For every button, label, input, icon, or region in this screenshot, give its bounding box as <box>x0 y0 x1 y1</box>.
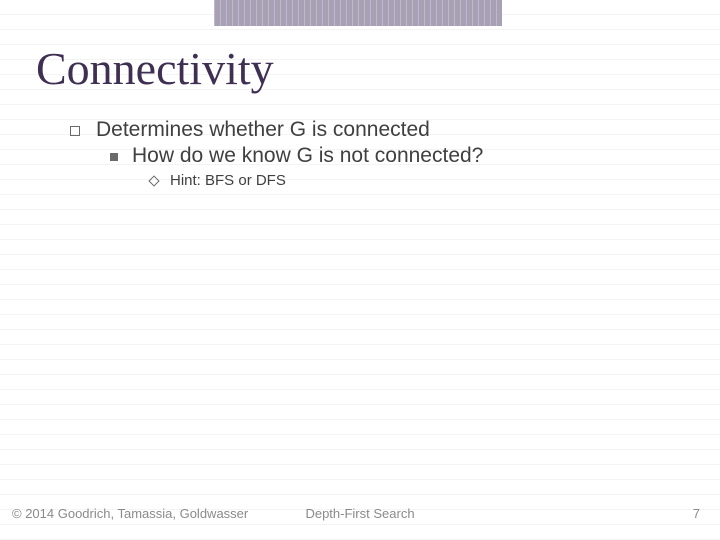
bullet-level-1: Determines whether G is connected <box>70 118 680 142</box>
bullet-text: How do we know G is not connected? <box>132 144 483 168</box>
slide-body: Determines whether G is connected How do… <box>70 118 680 191</box>
slide-footer: © 2014 Goodrich, Tamassia, Goldwasser De… <box>0 506 720 526</box>
filled-square-bullet-icon <box>110 153 118 161</box>
bullet-text: Hint: BFS or DFS <box>170 172 286 189</box>
diamond-bullet-icon <box>148 175 159 186</box>
top-bar <box>0 0 720 26</box>
top-bar-accent <box>214 0 502 26</box>
bullet-level-2: How do we know G is not connected? <box>110 144 680 168</box>
footer-page-number: 7 <box>693 506 700 521</box>
square-bullet-icon <box>70 126 80 136</box>
footer-title: Depth-First Search <box>0 506 720 521</box>
bullet-text: Determines whether G is connected <box>96 118 430 142</box>
slide-title: Connectivity <box>36 42 274 95</box>
bullet-level-3: Hint: BFS or DFS <box>150 172 680 189</box>
